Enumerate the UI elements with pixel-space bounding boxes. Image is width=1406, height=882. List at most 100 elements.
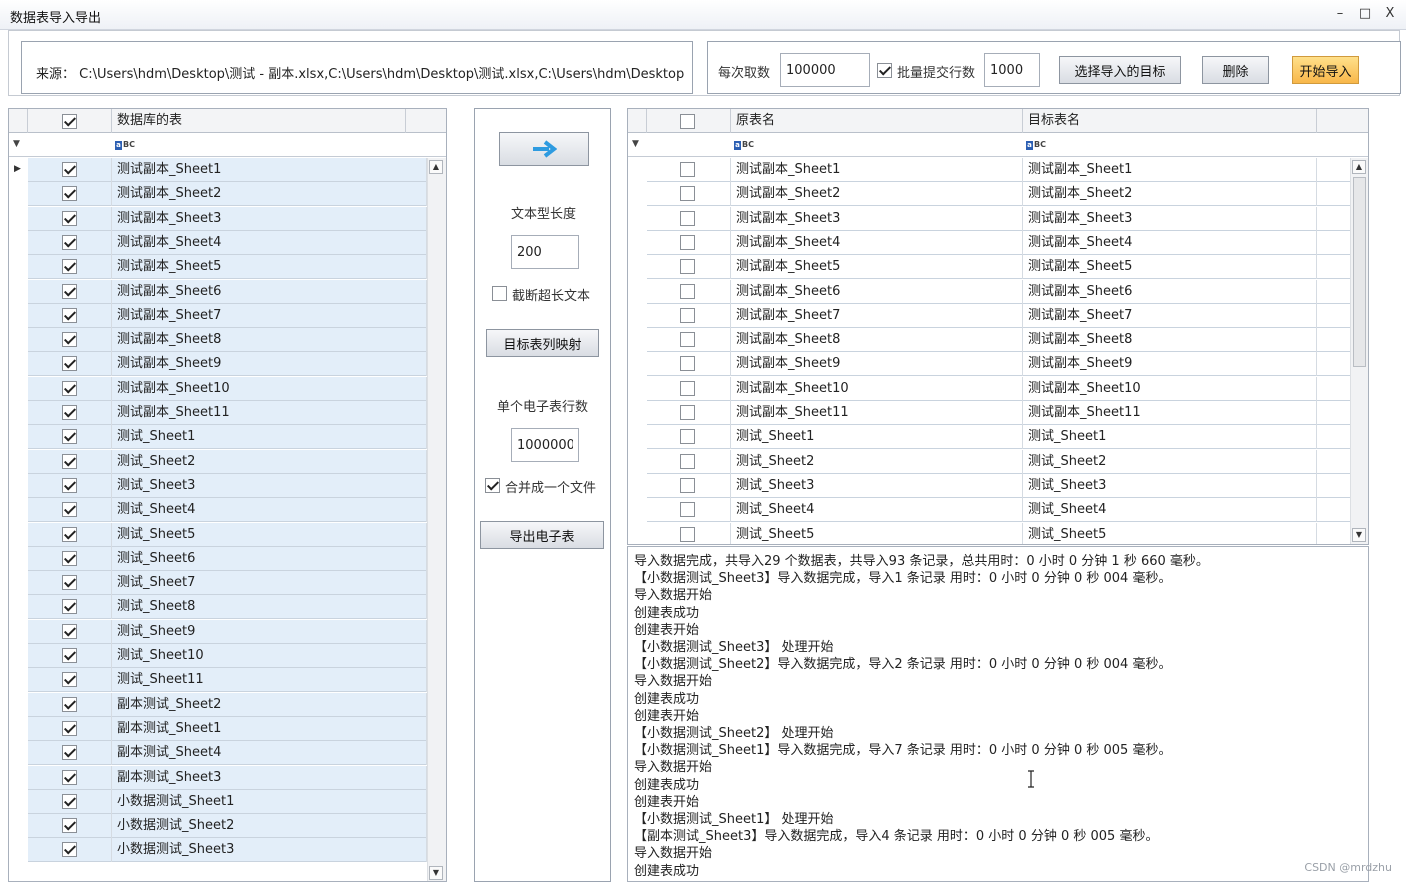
table-row[interactable]: 副本测试_Sheet1: [28, 716, 427, 741]
row-checkbox[interactable]: [62, 696, 77, 712]
mapping-row[interactable]: 测试副本_Sheet3 测试副本_Sheet3: [647, 206, 1350, 231]
row-checkbox[interactable]: [62, 599, 77, 615]
mapping-row[interactable]: 测试_Sheet2 测试_Sheet2: [647, 449, 1350, 474]
row-checkbox[interactable]: [62, 502, 77, 518]
row-checkbox[interactable]: [680, 307, 695, 323]
rows-per-sheet-input[interactable]: [511, 428, 579, 462]
filter-icon[interactable]: ▼: [632, 139, 639, 149]
scroll-thumb[interactable]: [1353, 177, 1366, 367]
mapping-row[interactable]: 测试_Sheet1 测试_Sheet1: [647, 425, 1350, 450]
left-select-all-checkbox[interactable]: [62, 114, 77, 129]
table-row[interactable]: 测试副本_Sheet1: [28, 158, 427, 182]
mapping-row[interactable]: 测试副本_Sheet8 测试副本_Sheet8: [647, 328, 1350, 353]
left-scrollbar[interactable]: ▲ ▼: [427, 158, 446, 881]
text-filter-icon[interactable]: a BC: [734, 140, 754, 150]
row-checkbox[interactable]: [62, 623, 77, 639]
text-filter-icon[interactable]: a BC: [1026, 140, 1046, 150]
scroll-up-icon[interactable]: ▲: [1352, 160, 1366, 174]
table-row[interactable]: 测试_Sheet2: [28, 449, 427, 474]
truncate-text-checkbox[interactable]: [492, 286, 507, 301]
move-right-button[interactable]: [499, 132, 589, 166]
right-scrollbar[interactable]: ▲ ▼: [1350, 158, 1368, 544]
row-checkbox[interactable]: [62, 405, 77, 420]
target-table-cell[interactable]: 测试副本_Sheet8: [1023, 328, 1317, 353]
column-header-db-tables[interactable]: 数据库的表: [112, 109, 406, 133]
table-row[interactable]: 测试_Sheet11: [28, 668, 427, 693]
row-checkbox[interactable]: [62, 550, 77, 566]
table-row[interactable]: 测试_Sheet3: [28, 473, 427, 498]
table-row[interactable]: 测试副本_Sheet10: [28, 376, 427, 401]
select-target-button[interactable]: 选择导入的目标: [1059, 56, 1181, 84]
row-checkbox[interactable]: [62, 453, 77, 469]
mapping-row[interactable]: 测试副本_Sheet10 测试副本_Sheet10: [647, 376, 1350, 401]
row-checkbox[interactable]: [62, 793, 77, 809]
row-checkbox[interactable]: [62, 429, 77, 445]
close-button[interactable]: X: [1380, 5, 1400, 23]
row-checkbox[interactable]: [680, 502, 695, 518]
row-checkbox[interactable]: [62, 720, 77, 736]
row-checkbox[interactable]: [680, 429, 695, 445]
row-checkbox[interactable]: [62, 526, 77, 542]
row-checkbox[interactable]: [62, 745, 77, 761]
right-select-all-checkbox[interactable]: [680, 114, 695, 129]
table-row[interactable]: 测试副本_Sheet11: [28, 401, 427, 425]
batch-commit-checkbox[interactable]: [877, 63, 892, 78]
table-row[interactable]: 副本测试_Sheet2: [28, 692, 427, 717]
target-table-cell[interactable]: 测试副本_Sheet5: [1023, 255, 1317, 280]
row-checkbox[interactable]: [62, 162, 77, 177]
mapping-row[interactable]: 测试副本_Sheet2 测试副本_Sheet2: [647, 182, 1350, 207]
minimize-button[interactable]: –: [1330, 5, 1350, 23]
mapping-row[interactable]: 测试_Sheet5 测试_Sheet5: [647, 522, 1350, 544]
row-checkbox[interactable]: [62, 186, 77, 202]
maximize-button[interactable]: □: [1355, 5, 1375, 23]
row-checkbox[interactable]: [62, 818, 77, 834]
row-checkbox[interactable]: [680, 380, 695, 396]
row-checkbox[interactable]: [680, 234, 695, 250]
table-row[interactable]: 测试副本_Sheet5: [28, 255, 427, 280]
row-checkbox[interactable]: [680, 526, 695, 542]
mapping-row[interactable]: 测试副本_Sheet4 测试副本_Sheet4: [647, 230, 1350, 255]
row-checkbox[interactable]: [680, 186, 695, 202]
row-checkbox[interactable]: [680, 210, 695, 226]
batch-rows-input[interactable]: [984, 53, 1040, 87]
row-checkbox[interactable]: [680, 259, 695, 275]
row-checkbox[interactable]: [62, 672, 77, 688]
target-table-cell[interactable]: 测试副本_Sheet9: [1023, 352, 1317, 377]
table-row[interactable]: 副本测试_Sheet4: [28, 741, 427, 766]
table-row[interactable]: 测试_Sheet4: [28, 498, 427, 523]
mapping-row[interactable]: 测试副本_Sheet11 测试副本_Sheet11: [647, 401, 1350, 425]
table-row[interactable]: 测试_Sheet5: [28, 522, 427, 547]
mapping-row[interactable]: 测试_Sheet4 测试_Sheet4: [647, 498, 1350, 523]
column-header-source-table[interactable]: 原表名: [731, 109, 1023, 133]
table-row[interactable]: 测试副本_Sheet7: [28, 303, 427, 328]
row-checkbox[interactable]: [62, 575, 77, 591]
table-row[interactable]: 测试副本_Sheet2: [28, 182, 427, 207]
table-row[interactable]: 测试_Sheet8: [28, 595, 427, 620]
table-row[interactable]: 测试_Sheet9: [28, 619, 427, 644]
mapping-row[interactable]: 测试副本_Sheet7 测试副本_Sheet7: [647, 303, 1350, 328]
row-checkbox[interactable]: [62, 259, 77, 275]
target-table-cell[interactable]: 测试副本_Sheet2: [1023, 182, 1317, 207]
mapping-row[interactable]: 测试_Sheet3 测试_Sheet3: [647, 473, 1350, 498]
table-row[interactable]: 测试副本_Sheet3: [28, 206, 427, 231]
filter-icon[interactable]: ▼: [13, 139, 20, 149]
table-row[interactable]: 测试副本_Sheet4: [28, 230, 427, 255]
row-checkbox[interactable]: [62, 380, 77, 396]
target-table-cell[interactable]: 测试_Sheet4: [1023, 498, 1317, 523]
row-checkbox[interactable]: [680, 477, 695, 493]
row-checkbox[interactable]: [680, 453, 695, 469]
table-row[interactable]: 测试副本_Sheet6: [28, 279, 427, 304]
row-checkbox[interactable]: [680, 162, 695, 177]
scroll-up-icon[interactable]: ▲: [429, 160, 443, 174]
scroll-down-icon[interactable]: ▼: [1352, 528, 1366, 542]
target-table-cell[interactable]: 测试_Sheet5: [1023, 522, 1317, 544]
table-row[interactable]: 测试_Sheet10: [28, 644, 427, 668]
mapping-row[interactable]: 测试副本_Sheet1 测试副本_Sheet1: [647, 158, 1350, 182]
target-table-cell[interactable]: 测试副本_Sheet10: [1023, 376, 1317, 401]
row-checkbox[interactable]: [62, 332, 77, 348]
row-checkbox[interactable]: [62, 307, 77, 323]
target-table-cell[interactable]: 测试_Sheet3: [1023, 473, 1317, 498]
table-row[interactable]: 小数据测试_Sheet2: [28, 814, 427, 839]
row-checkbox[interactable]: [62, 234, 77, 250]
table-row[interactable]: 测试副本_Sheet8: [28, 328, 427, 353]
